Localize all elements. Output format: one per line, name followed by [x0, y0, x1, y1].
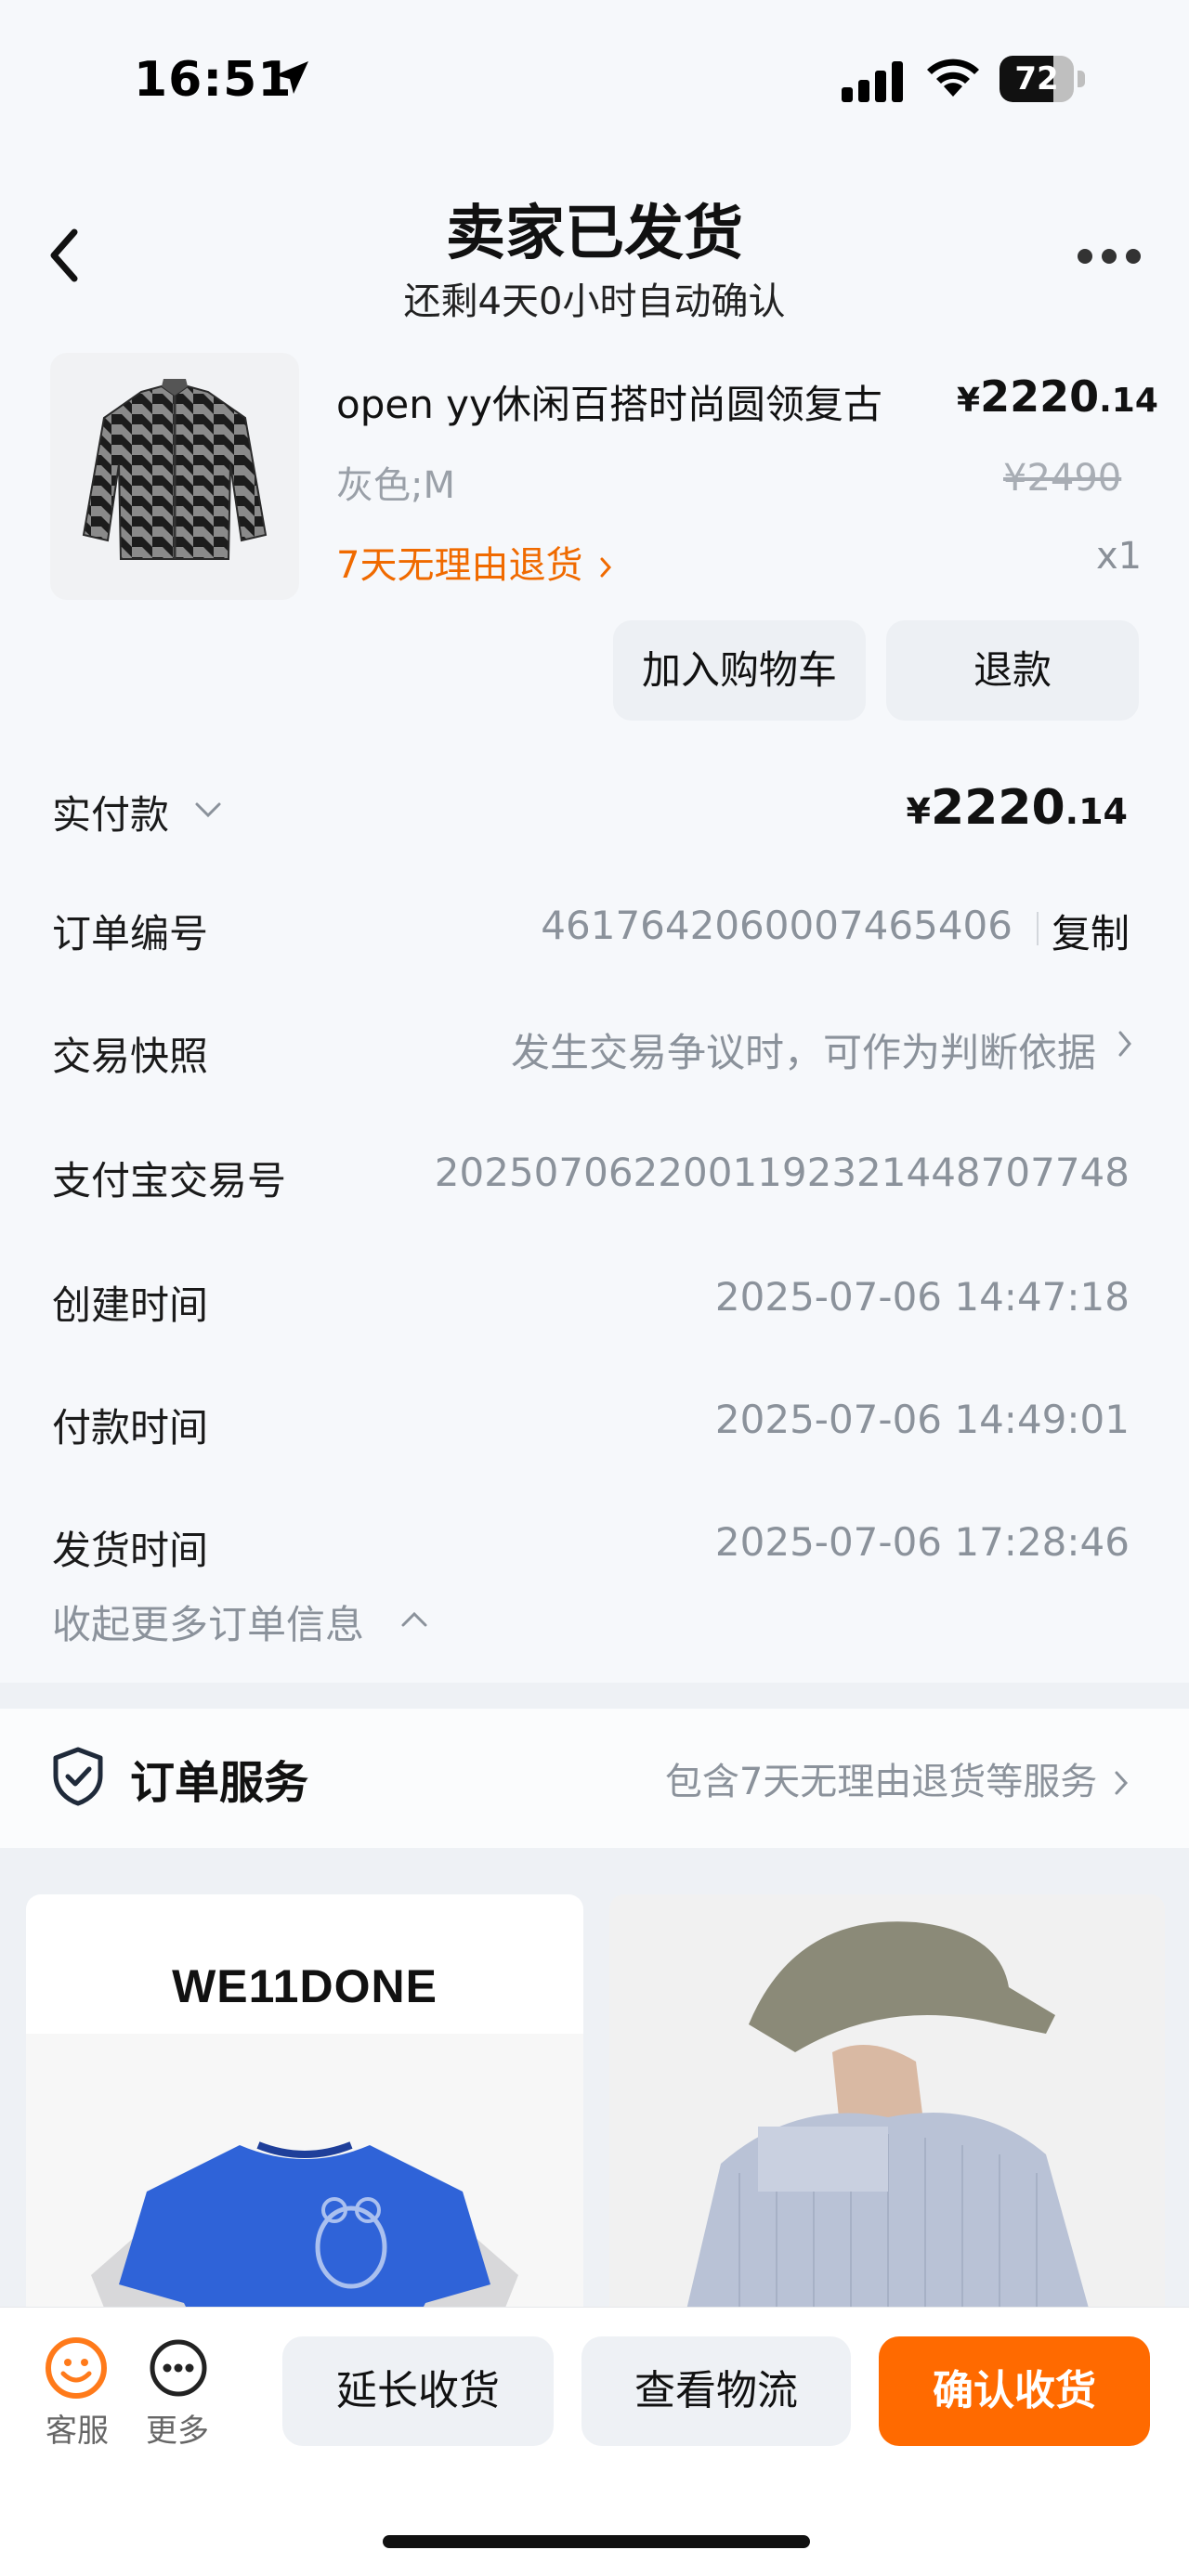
snapshot-label[interactable]: 交易快照 — [52, 1025, 208, 1082]
original-price: ¥2490 — [1003, 457, 1122, 500]
paid-amount-label[interactable]: 实付款 — [52, 784, 169, 840]
paid-time-label: 付款时间 — [52, 1405, 209, 1451]
chevron-up-icon[interactable] — [398, 1608, 431, 1631]
recommendation-card[interactable]: WE11DONE — [26, 1894, 583, 2322]
tshirt-image — [26, 2034, 583, 2322]
order-number: 4617642060007465406 — [541, 903, 1013, 948]
extend-receipt-button[interactable]: 延长收货 — [282, 2336, 554, 2446]
created-time: 2025-07-06 14:47:18 — [714, 1274, 1130, 1320]
chevron-right-icon — [600, 557, 612, 578]
product-image[interactable] — [50, 353, 299, 600]
section-divider — [0, 1683, 1189, 1709]
created-time-label: 创建时间 — [52, 1282, 209, 1328]
product-price: ¥2220.14 — [957, 371, 1158, 422]
order-number-label: 订单编号 — [52, 911, 209, 956]
more-options-button[interactable] — [1078, 241, 1143, 269]
confirm-receipt-button[interactable]: 确认收货 — [879, 2336, 1150, 2446]
battery-percent: 72 — [1014, 60, 1059, 98]
brand-logo-text: WE11DONE — [172, 1960, 438, 2012]
cellular-signal-icon — [842, 61, 903, 102]
chevron-right-icon[interactable] — [1113, 1027, 1137, 1060]
snapshot-desc[interactable]: 发生交易争议时，可作为判断依据 — [511, 1021, 1096, 1078]
shipped-time: 2025-07-06 17:28:46 — [714, 1519, 1130, 1565]
copy-button[interactable]: 复制 — [1052, 903, 1130, 959]
status-time: 16:51 — [134, 52, 293, 108]
wifi-icon — [927, 59, 979, 97]
more-label[interactable]: 更多 — [145, 2405, 210, 2451]
shirt-cap-image — [609, 1894, 1165, 2322]
recommendation-card[interactable] — [609, 1894, 1165, 2322]
product-spec: 灰色;M — [336, 464, 455, 507]
customer-service-label[interactable]: 客服 — [45, 2405, 110, 2451]
page-title: 卖家已发货 — [446, 200, 743, 268]
location-arrow-icon — [275, 61, 308, 94]
product-name[interactable]: open yy休闲百搭时尚圆领复古 — [336, 373, 882, 430]
customer-service-icon[interactable] — [45, 2336, 108, 2400]
shipped-time-label: 发货时间 — [52, 1528, 209, 1573]
shield-check-icon — [53, 1747, 103, 1806]
battery-indicator: 72 — [1000, 56, 1085, 102]
chevron-right-icon — [1115, 1771, 1129, 1795]
alipay-trade-label: 支付宝交易号 — [52, 1158, 287, 1203]
home-indicator[interactable] — [383, 2535, 810, 2548]
collapse-order-info[interactable]: 收起更多订单信息 — [52, 1594, 364, 1650]
cardigan-image — [82, 379, 268, 560]
paid-amount: ¥2220.14 — [906, 780, 1128, 836]
divider — [1037, 912, 1039, 945]
auto-confirm-countdown: 还剩4天0小时自动确认 — [403, 280, 786, 323]
order-service-desc[interactable]: 包含7天无理由退货等服务 — [665, 1751, 1133, 1805]
view-logistics-button[interactable]: 查看物流 — [581, 2336, 851, 2446]
return-policy-link[interactable]: 7天无理由退货 — [336, 535, 617, 589]
alipay-trade-number: 2025070622001192321448707748 — [434, 1150, 1130, 1195]
product-quantity: x1 — [1096, 535, 1143, 578]
order-service-title: 订单服务 — [130, 1757, 309, 1809]
add-to-cart-button[interactable]: 加入购物车 — [613, 620, 866, 721]
chevron-down-icon[interactable] — [191, 799, 225, 821]
refund-button[interactable]: 退款 — [886, 620, 1139, 721]
paid-time: 2025-07-06 14:49:01 — [714, 1397, 1130, 1442]
more-icon[interactable] — [149, 2338, 208, 2398]
